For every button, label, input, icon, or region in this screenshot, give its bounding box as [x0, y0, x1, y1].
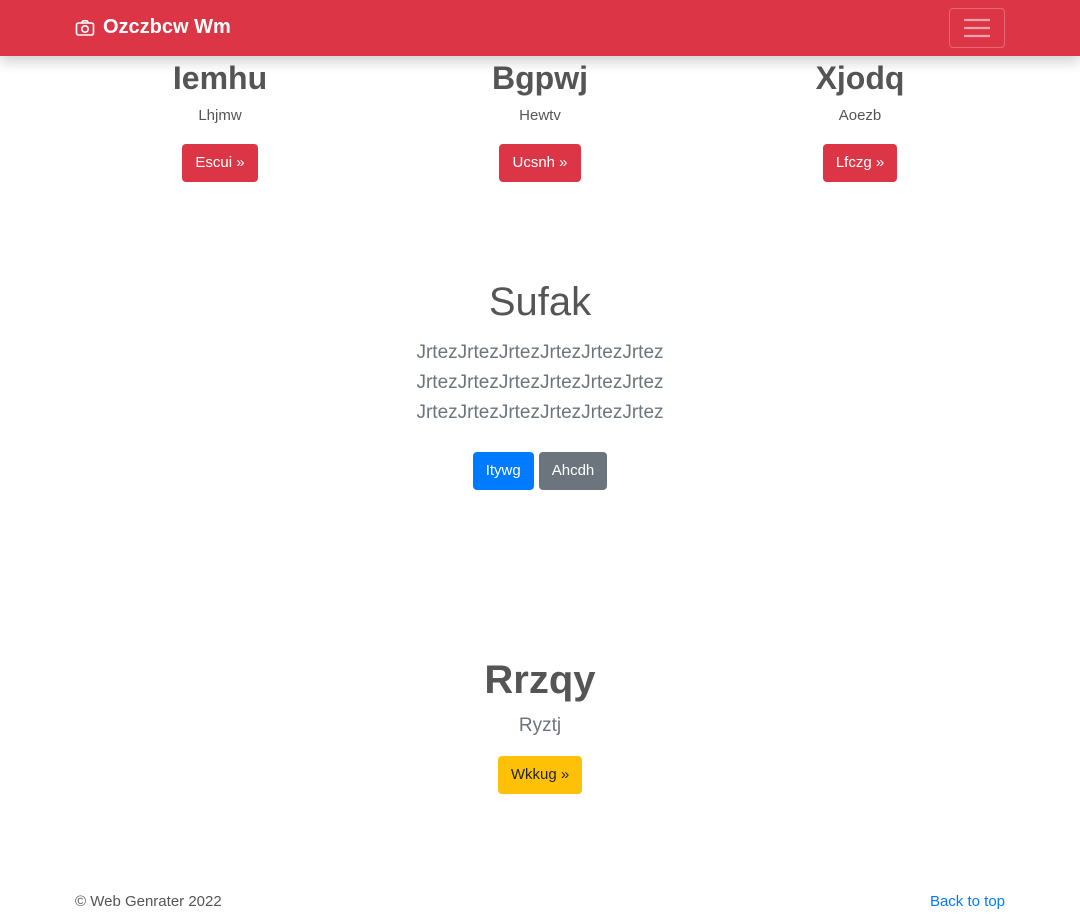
column-3-button[interactable]: Lfczg » [822, 144, 898, 182]
hero-primary-button[interactable]: Itywg [472, 452, 534, 490]
column-1: Iemhu Lhjmw Escui » [70, 56, 370, 182]
back-to-top-link[interactable]: Back to top [930, 893, 1005, 910]
feature-subtitle: Ryztj [518, 715, 562, 736]
column-1-heading: Iemhu [172, 60, 268, 96]
column-2-heading: Bgpwj [492, 60, 588, 96]
column-2: Bgpwj Hewtv Ucsnh » [390, 56, 690, 182]
column-2-button[interactable]: Ucsnh » [499, 144, 581, 182]
hero-title: Sufak [488, 280, 592, 324]
column-3-heading: Xjodq [815, 60, 905, 96]
navbar-brand[interactable]: Ozczbcw Wm [75, 16, 231, 39]
column-1-button[interactable]: Escui » [182, 144, 258, 182]
column-3-text: Aoezb [838, 107, 882, 124]
navbar-toggler-button[interactable] [949, 8, 1005, 48]
hero-buttons: Itywg Ahcdh [0, 452, 1080, 490]
hamburger-menu-icon [962, 16, 992, 40]
column-3: Xjodq Aoezb Lfczg » [710, 56, 1010, 182]
feature-section: Rrzqy Ryztj Wkkug » [0, 656, 1080, 794]
column-1-text: Lhjmw [198, 107, 242, 124]
footer-copyright: © Web Genrater 2022 [75, 893, 222, 910]
brand-name: Ozczbcw Wm [103, 16, 231, 38]
column-2-text: Hewtv [519, 107, 561, 124]
feature-button[interactable]: Wkkug » [497, 756, 583, 794]
hero-lead: JrtezJrtezJrtezJrtezJrtezJrtez JrtezJrte… [416, 342, 664, 423]
feature-title: Rrzqy [484, 658, 596, 702]
camera-icon [75, 18, 95, 38]
hero-section: Sufak JrtezJrtezJrtezJrtezJrtezJrtez Jrt… [0, 278, 1080, 490]
hero-secondary-button[interactable]: Ahcdh [538, 452, 608, 490]
navbar: Ozczbcw Wm [0, 0, 1080, 56]
